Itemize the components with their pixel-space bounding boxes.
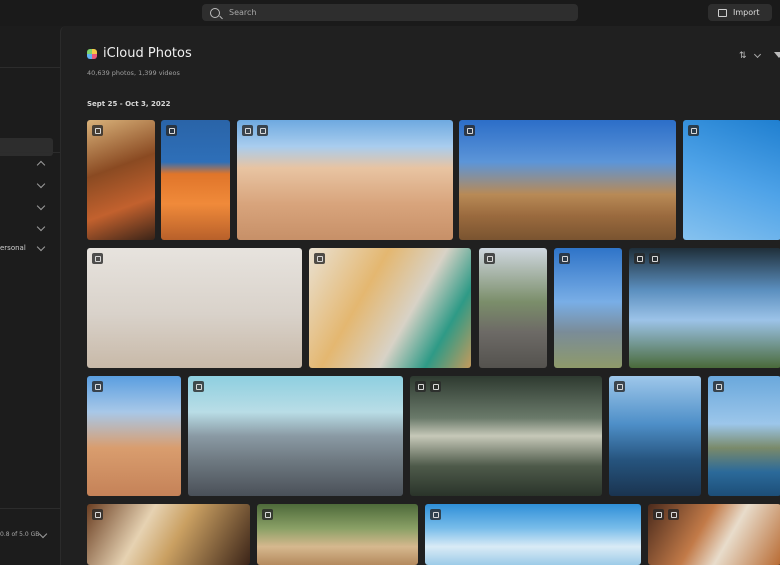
chevron-down-icon[interactable] [36,179,46,189]
cloud-badge-icon [193,381,204,392]
chevron-down-icon[interactable] [36,222,46,232]
cloud-badge-icon [166,125,177,136]
cloud-badge-icon [92,253,103,264]
cloud-badge-icon [634,253,645,264]
search-placeholder: Search [229,8,257,17]
import-label: Import [733,8,760,17]
photo-tile[interactable] [87,120,155,240]
cloud-badge-icon [653,509,664,520]
cloud-badge-icon [92,381,103,392]
import-button[interactable]: Import [708,4,772,21]
sidebar-item-selected[interactable] [0,138,53,156]
photo-tile[interactable] [459,120,676,240]
cloud-badge-icon [713,381,724,392]
cloud-badge-icon [688,125,699,136]
cloud-badge-icon [92,509,103,520]
photo-tile[interactable] [87,248,302,368]
cloud-badge-icon [484,253,495,264]
chevron-up-icon[interactable] [36,160,46,170]
storage-info: 0.8 of 5.0 GB [0,531,40,538]
cloud-badge-icon [614,381,625,392]
filter-icon[interactable] [774,52,780,58]
photo-tile[interactable] [188,376,403,496]
photo-tile[interactable] [683,120,780,240]
photo-tile[interactable] [479,248,547,368]
page-title: iCloud Photos [87,46,192,61]
cloud-badge-icon [430,381,441,392]
cloud-badge-icon [262,509,273,520]
photo-tile[interactable] [309,248,471,368]
search-icon [210,7,220,18]
photo-tile[interactable] [87,504,250,565]
photo-tile[interactable] [629,248,780,368]
sidebar-item-personal[interactable]: ersonal [0,244,26,252]
import-icon [718,8,727,17]
photo-tile[interactable] [237,120,453,240]
cloud-badge-icon [649,253,660,264]
cloud-badge-icon [314,253,325,264]
cloud-badge-icon [430,509,441,520]
photo-tile[interactable] [410,376,602,496]
cloud-badge-icon [464,125,475,136]
icloud-photos-icon [87,48,97,59]
cloud-badge-icon [92,125,103,136]
chevron-down-icon[interactable] [36,242,46,252]
photo-tile[interactable] [609,376,701,496]
title-bar: Search Import [0,0,780,26]
cloud-badge-icon [415,381,426,392]
photos-main: iCloud Photos 40,639 photos, 1,399 video… [60,26,780,565]
photo-tile[interactable] [87,376,181,496]
sidebar: ersonal 0.8 of 5.0 GB [0,26,60,565]
photo-tile[interactable] [708,376,780,496]
section-date: Sept 25 - Oct 3, 2022 [87,100,171,108]
cloud-badge-icon [668,509,679,520]
sort-icon[interactable]: ⇅ [739,51,747,61]
photo-tile[interactable] [257,504,418,565]
photo-tile[interactable] [161,120,230,240]
library-count: 40,639 photos, 1,399 videos [87,69,180,77]
photo-tile[interactable] [648,504,780,565]
cloud-badge-icon [257,125,268,136]
photo-tile[interactable] [425,504,641,565]
search-box[interactable]: Search [202,4,578,21]
sidebar-divider [0,508,60,509]
chevron-down-icon[interactable] [36,201,46,211]
chevron-down-icon[interactable] [38,529,48,539]
cloud-badge-icon [242,125,253,136]
sidebar-divider [0,152,60,153]
chevron-down-icon[interactable] [753,50,762,59]
sidebar-divider [0,67,60,68]
page-title-text: iCloud Photos [103,46,192,61]
cloud-badge-icon [559,253,570,264]
photo-tile[interactable] [554,248,622,368]
